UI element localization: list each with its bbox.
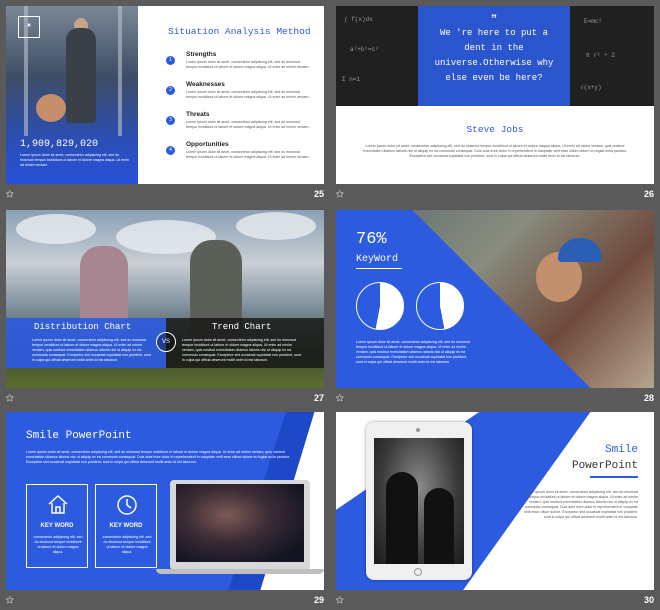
quote-author: Steve Jobs	[466, 124, 524, 135]
percent-value: 76%	[356, 230, 387, 249]
slide-description: Lorem ipsum dolor sit amet, consectetur …	[356, 340, 470, 364]
slide-description: Lorem ipsum dolor sit amet, consectetur …	[524, 490, 638, 519]
right-title: Trend Chart	[212, 322, 272, 332]
slide-25-thumbnail[interactable]: ▣ 1,909,829,020 Lorem ipsum dolor sit am…	[6, 6, 324, 184]
star-icon[interactable]: ✩	[6, 393, 14, 404]
slide-title: Smile PowerPoint	[26, 430, 132, 442]
slide-description: Lorem ipsum dolor sit amet, consectetur …	[26, 450, 290, 464]
slide-26-meta: ✩ 26	[336, 188, 654, 202]
vs-badge: VS	[156, 332, 176, 352]
keyword-box: KEY WORD consectetur adipiscing elit, se…	[95, 484, 157, 568]
item-text: Lorem ipsum dolor sit amet, consectetur …	[186, 90, 310, 99]
item-text: Lorem ipsum dolor sit amet, consectetur …	[186, 120, 310, 129]
photo-description: Lorem ipsum dolor sit amet, consectetur …	[20, 153, 129, 167]
left-description: Lorem ipsum dolor sit amet, consectetur …	[32, 338, 151, 362]
star-icon[interactable]: ✩	[336, 189, 344, 200]
photo-father-child: ▣ 1,909,829,020 Lorem ipsum dolor sit am…	[6, 6, 138, 184]
quote-panel: ” We 're here to put a dent in the unive…	[418, 6, 570, 106]
slide-number: 30	[643, 595, 654, 605]
pie-chart-2	[416, 282, 464, 330]
star-icon[interactable]: ✩	[6, 189, 14, 200]
item-heading: Weaknesses	[186, 81, 225, 88]
house-icon	[48, 494, 68, 514]
slide-27-thumbnail[interactable]: Distribution Chart Trend Chart Lorem ips…	[6, 210, 324, 388]
slide-number: 26	[643, 189, 654, 199]
keyword-description: consectetur adipiscing elit, sed do eius…	[102, 535, 152, 554]
number-badge: 3	[166, 116, 175, 125]
slide-29-meta: ✩ 29	[6, 594, 324, 608]
quote-mark: ”	[491, 12, 497, 26]
item-text: Lorem ipsum dolor sit amet, consectetur …	[186, 60, 310, 69]
slide-number: 27	[313, 393, 324, 403]
slide-title-line2: PowerPoint	[571, 460, 638, 472]
keyword-title: KEY WORD	[109, 523, 143, 529]
big-number: 1,909,829,020	[20, 139, 99, 150]
star-icon[interactable]: ✩	[6, 595, 14, 606]
item-heading: Strengths	[186, 51, 217, 58]
tablet-home-button	[414, 568, 422, 576]
item-heading: Opportunities	[186, 141, 229, 148]
keyword-box: KEY WORD consectetur adipiscing elit, se…	[26, 484, 88, 568]
slide-30-thumbnail[interactable]: Smile PowerPoint Lorem ipsum dolor sit a…	[336, 412, 654, 590]
item-text: Lorem ipsum dolor sit amet, consectetur …	[186, 150, 310, 159]
clock-icon	[117, 495, 137, 515]
logo-icon: ▣	[18, 16, 40, 38]
list-item: 1 Strengths Lorem ipsum dolor sit amet, …	[166, 51, 316, 79]
divider	[356, 268, 402, 269]
laptop-screen-photo	[176, 484, 304, 562]
slide-26-thumbnail[interactable]: ∫ f(x)dx a²+b²=c² Σ n=1 E=mc² π r² ÷ 2 √…	[336, 6, 654, 184]
slide-number: 25	[313, 189, 324, 199]
slide-25-meta: ✩ 25	[6, 188, 324, 202]
slide-title: Situation Analysis Method	[168, 26, 311, 37]
left-title: Distribution Chart	[34, 322, 132, 332]
number-badge: 1	[166, 56, 175, 65]
slide-30-meta: ✩ 30	[336, 594, 654, 608]
right-description: Lorem ipsum dolor sit amet, consectetur …	[182, 338, 301, 362]
keyword-title: KEY WORD	[40, 523, 74, 529]
slide-28-meta: ✩ 28	[336, 392, 654, 406]
list-item: 3 Threats Lorem ipsum dolor sit amet, co…	[166, 111, 316, 139]
number-badge: 4	[166, 146, 175, 155]
slide-29-thumbnail[interactable]: Smile PowerPoint Lorem ipsum dolor sit a…	[6, 412, 324, 590]
laptop-base	[156, 569, 324, 574]
slide-number: 29	[313, 595, 324, 605]
slide-27-meta: ✩ 27	[6, 392, 324, 406]
list-item: 4 Opportunities Lorem ipsum dolor sit am…	[166, 141, 316, 169]
slide-28-thumbnail[interactable]: 76% KeyWord Lorem ipsum dolor sit amet, …	[336, 210, 654, 388]
quote-text: We 're here to put a dent in the univers…	[434, 28, 554, 83]
divider	[590, 476, 638, 478]
keyword-description: consectetur adipiscing elit, sed do eius…	[33, 535, 83, 554]
keyword-label: KeyWord	[356, 254, 399, 265]
tablet-camera	[416, 428, 420, 432]
slide-description: Lorem ipsum dolor sit amet, consectetur …	[363, 144, 627, 158]
slide-title-line1: Smile	[604, 444, 638, 456]
number-badge: 2	[166, 86, 175, 95]
star-icon[interactable]: ✩	[336, 595, 344, 606]
slide-number: 28	[643, 393, 654, 403]
star-icon[interactable]: ✩	[336, 393, 344, 404]
pie-chart-1	[356, 282, 404, 330]
list-item: 2 Weaknesses Lorem ipsum dolor sit amet,…	[166, 81, 316, 109]
item-heading: Threats	[186, 111, 210, 118]
